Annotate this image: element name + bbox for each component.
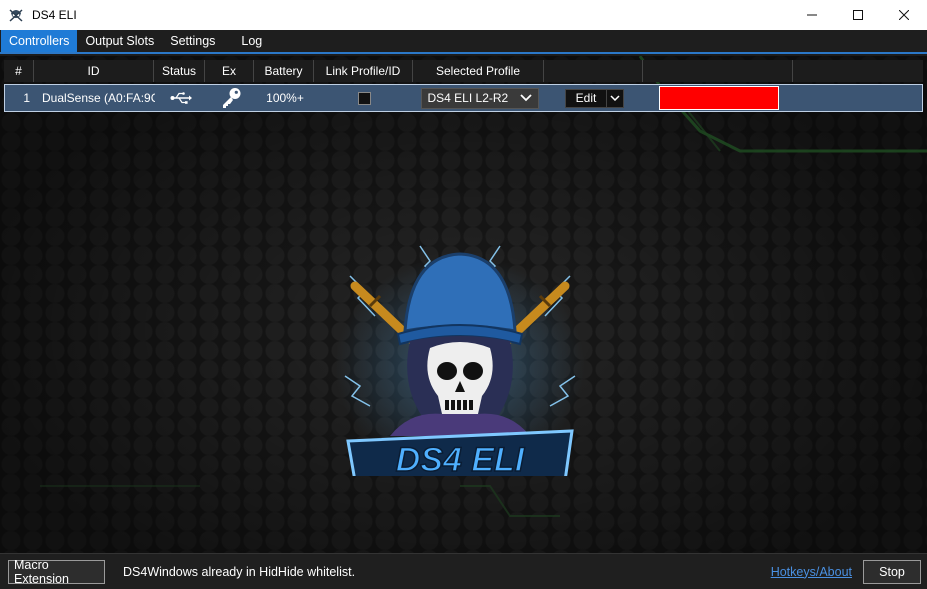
row-edit: Edit xyxy=(545,85,644,111)
header-index[interactable]: # xyxy=(4,60,34,82)
row-selected-profile: DS4 ELI L2-R2 xyxy=(414,85,545,111)
close-icon xyxy=(899,10,909,20)
edit-button[interactable]: Edit xyxy=(565,88,607,108)
chevron-down-icon xyxy=(610,95,620,101)
tab-controllers[interactable]: Controllers xyxy=(1,30,78,52)
status-bar: Macro Extension DS4Windows already in Hi… xyxy=(0,553,927,589)
tab-settings[interactable]: Settings xyxy=(162,30,223,52)
close-button[interactable] xyxy=(881,0,927,30)
window-title: DS4 ELI xyxy=(32,8,77,22)
header-ex[interactable]: Ex xyxy=(205,60,254,82)
header-id[interactable]: ID xyxy=(34,60,154,82)
tab-output-slots[interactable]: Output Slots xyxy=(77,30,162,52)
usb-icon xyxy=(170,92,192,104)
status-message: DS4Windows already in HidHide whitelist. xyxy=(123,564,356,579)
title-bar: DS4 ELI xyxy=(0,0,927,30)
link-profile-checkbox[interactable] xyxy=(358,91,371,105)
header-lightbar[interactable] xyxy=(643,60,793,82)
header-selected-profile[interactable]: Selected Profile xyxy=(413,60,544,82)
profile-select[interactable]: DS4 ELI L2-R2 xyxy=(420,87,539,109)
grid-header: # ID Status Ex Battery Link Profile/ID S… xyxy=(4,60,923,82)
macro-extension-button[interactable]: Macro Extension xyxy=(8,558,105,586)
row-link-profile xyxy=(315,85,414,111)
hotkeys-about-link[interactable]: Hotkeys/About xyxy=(771,565,852,579)
stop-button[interactable]: Stop xyxy=(863,559,921,584)
row-status xyxy=(155,85,206,111)
key-icon xyxy=(222,88,240,108)
header-link-profile[interactable]: Link Profile/ID xyxy=(314,60,413,82)
maximize-icon xyxy=(853,10,863,20)
row-battery: 100%+ xyxy=(266,91,304,105)
row-controller-id: DualSense (A0:FA:9C xyxy=(42,91,155,105)
row-ex[interactable] xyxy=(206,85,255,111)
table-row[interactable]: 1 DualSense (A0:FA:9C 100%+ DS4 ELI L2-R… xyxy=(4,84,923,112)
profile-select-value: DS4 ELI L2-R2 xyxy=(427,91,509,105)
header-status[interactable]: Status xyxy=(154,60,205,82)
edit-dropdown-button[interactable] xyxy=(607,88,624,108)
header-filler xyxy=(793,60,923,82)
row-lightbar xyxy=(644,85,794,111)
minimize-icon xyxy=(807,14,817,16)
maximize-button[interactable] xyxy=(835,0,881,30)
chevron-down-icon xyxy=(519,94,532,102)
tab-log[interactable]: Log xyxy=(223,30,270,52)
row-index: 1 xyxy=(23,91,30,105)
controllers-panel: # ID Status Ex Battery Link Profile/ID S… xyxy=(0,56,927,553)
logo-text: DS4 ELI xyxy=(396,441,526,476)
ds4-eli-logo: DS4 ELI xyxy=(335,245,585,476)
app-logo-icon xyxy=(8,7,24,23)
tab-strip: Controllers Output Slots Settings Log xyxy=(0,30,927,54)
minimize-button[interactable] xyxy=(789,0,835,30)
header-edit[interactable] xyxy=(544,60,643,82)
header-battery[interactable]: Battery xyxy=(254,60,314,82)
lightbar-color-swatch[interactable] xyxy=(659,86,779,110)
